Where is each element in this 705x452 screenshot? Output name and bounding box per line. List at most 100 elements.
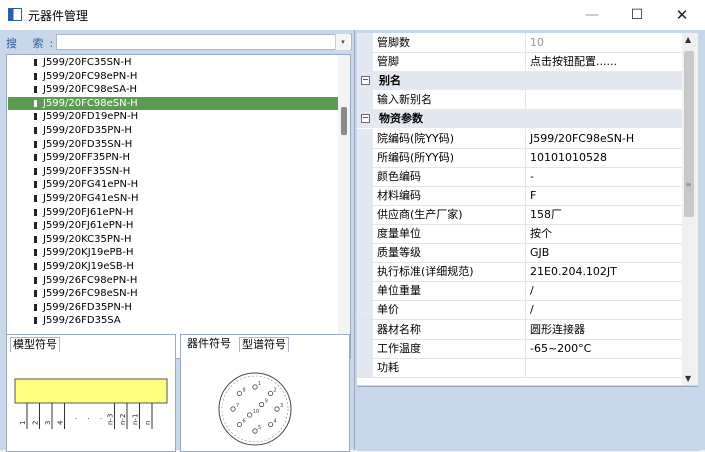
property-name: 管脚: [377, 55, 399, 69]
property-value[interactable]: -: [525, 166, 685, 186]
device-symbol-panel: 器件符号 型谱符号 1 2 3 4 5 6 7 8 9 10: [180, 334, 350, 452]
connector-pin: [252, 428, 258, 434]
property-row[interactable]: 质量等级 GJB: [357, 243, 685, 264]
property-row[interactable]: 颜色编码 -: [357, 166, 685, 187]
property-value[interactable]: /: [525, 281, 685, 301]
tree-item[interactable]: J599/26FC98eSN-H: [8, 287, 339, 300]
scroll-up-icon[interactable]: ▲: [685, 35, 691, 44]
close-button[interactable]: ✕: [659, 0, 705, 30]
tree-item[interactable]: J599/20FD35PN-H: [8, 124, 339, 137]
property-row[interactable]: 输入新别名: [357, 90, 685, 111]
tree-item[interactable]: J599/20FC35SN-H: [8, 56, 339, 69]
collapse-icon[interactable]: −: [361, 114, 370, 124]
property-row[interactable]: 院编码(院YY码) J599/20FC98eSN-H: [357, 128, 685, 149]
tree-item[interactable]: J599/20KJ19eSB-H: [8, 260, 339, 273]
property-row[interactable]: 单价 /: [357, 300, 685, 321]
property-scroll-thumb[interactable]: [684, 51, 694, 217]
tree-item[interactable]: J599/20FF35SN-H: [8, 165, 339, 178]
property-value[interactable]: [525, 90, 685, 110]
tree-scrollbar[interactable]: [338, 55, 350, 358]
property-category[interactable]: − 物资参数: [357, 109, 685, 129]
property-row-gutter: [357, 281, 373, 301]
pin-label: 4: [57, 420, 65, 425]
property-row[interactable]: 材料编码 F: [357, 185, 685, 206]
property-row-gutter: [357, 147, 373, 167]
scroll-down-icon[interactable]: ▼: [685, 374, 691, 383]
tree-item[interactable]: J599/20FD19ePN-H: [8, 110, 339, 123]
property-value[interactable]: 圆形连接器: [525, 319, 685, 339]
property-name: 度量单位: [377, 227, 421, 240]
tree-scroll-thumb[interactable]: [341, 107, 347, 135]
search-input[interactable]: [56, 34, 352, 50]
property-value[interactable]: 10: [525, 33, 685, 52]
tree-item[interactable]: J599/20FC98eSA-H: [8, 83, 339, 96]
connector-pin: [267, 421, 274, 428]
tree-item-label: J599/20FC98eSA-H: [43, 84, 138, 96]
property-row[interactable]: 度量单位 按个: [357, 224, 685, 244]
model-symbol-pins: 1 2 3 4 · · · n-3 n-2 n-1 n: [19, 403, 153, 429]
property-value[interactable]: [525, 357, 685, 377]
property-row[interactable]: 工作温度 -65~200°C: [357, 338, 685, 359]
pin-label: n-3: [107, 414, 115, 425]
tree-item[interactable]: J599/20FC98ePN-H: [8, 70, 339, 83]
tree-item[interactable]: J599/20FG41ePN-H: [8, 178, 339, 191]
tree-item[interactable]: J599/20FG41eSN-H: [8, 192, 339, 205]
property-row[interactable]: 执行标准(详细规范) 21E0.204.102JT: [357, 262, 685, 283]
pin-label: n-1: [132, 414, 140, 425]
tree-item[interactable]: J599/20KJ19ePB-H: [8, 246, 339, 259]
property-value[interactable]: GJB: [525, 243, 685, 263]
connector-pin: [230, 406, 236, 412]
property-value[interactable]: /: [525, 300, 685, 320]
minimize-button[interactable]: —: [569, 0, 615, 30]
property-row-gutter: [357, 319, 373, 339]
tree-item[interactable]: J599/26FD35PN-H: [8, 301, 339, 314]
property-value[interactable]: -65~200°C: [525, 338, 685, 358]
property-name: 功耗: [377, 360, 399, 374]
property-row-gutter: [357, 224, 373, 243]
tab-spectrum-symbol[interactable]: 型谱符号: [239, 337, 289, 352]
property-value[interactable]: 21E0.204.102JT: [525, 262, 685, 282]
property-description-area: [357, 386, 699, 451]
collapse-icon[interactable]: −: [361, 76, 370, 86]
property-value[interactable]: 158厂: [525, 204, 685, 224]
tree-item-bullet-icon: [34, 208, 37, 216]
connector-pin-label: 2: [274, 387, 277, 393]
search-dropdown-icon[interactable]: ▾: [335, 34, 350, 50]
pin-label: ·: [100, 415, 102, 423]
property-name: 单价: [377, 303, 399, 317]
property-value[interactable]: F: [525, 185, 685, 205]
connector-pin: [236, 421, 243, 428]
component-tree[interactable]: J599/26FD35SA J599/26FD35PN-H J599/26FC98e…: [6, 54, 351, 359]
property-row[interactable]: 供应商(生产厂家) 158厂: [357, 204, 685, 225]
pin-label: ·: [75, 415, 77, 423]
tree-item[interactable]: J599/20FJ61ePN-H: [8, 219, 339, 232]
property-value[interactable]: 按个: [525, 224, 685, 243]
tree-item[interactable]: J599/20FC98eSN-H: [8, 96, 339, 110]
tree-item[interactable]: J599/26FC98ePN-H: [8, 274, 339, 287]
property-row[interactable]: 管脚 点击按钮配置......: [357, 52, 685, 73]
tab-device-symbol[interactable]: 器件符号: [185, 337, 233, 351]
property-name: 器材名称: [377, 322, 421, 336]
property-category[interactable]: − 别名: [357, 71, 685, 91]
search-label: 搜 索:: [6, 37, 60, 50]
tree-item[interactable]: J599/20KC35PN-H: [8, 233, 339, 246]
property-row[interactable]: 所编码(所YY码) 10101010528: [357, 147, 685, 168]
property-row[interactable]: 功耗: [357, 357, 685, 378]
property-value[interactable]: 点击按钮配置......: [525, 52, 685, 72]
tree-item[interactable]: J599/20FJ61ePN-H: [8, 206, 339, 219]
tree-item-bullet-icon: [34, 222, 37, 230]
tree-item-label: J599/20KJ19eSB-H: [43, 261, 134, 272]
tab-model-symbol[interactable]: 模型符号: [10, 337, 60, 352]
tree-item[interactable]: J599/20FF35PN-H: [8, 151, 339, 164]
property-row[interactable]: 器材名称 圆形连接器: [357, 319, 685, 340]
tree-item[interactable]: J599/26FD35SA: [8, 314, 339, 327]
connector-pin-label: 1: [258, 381, 261, 387]
property-grid[interactable]: 管脚数 10 管脚 点击按钮配置...... − 别名 输入新别名 − 物资参数 院编码(院YY码…: [357, 33, 685, 385]
property-row[interactable]: 管脚数 10: [357, 33, 685, 53]
property-value[interactable]: 10101010528: [525, 147, 685, 167]
maximize-button[interactable]: ☐: [614, 0, 660, 30]
property-row[interactable]: 单位重量 /: [357, 281, 685, 302]
property-value[interactable]: J599/20FC98eSN-H: [525, 128, 685, 148]
property-scrollbar[interactable]: ▲ ≡ ▼: [682, 33, 698, 385]
tree-item[interactable]: J599/20FD35SN-H: [8, 138, 339, 151]
